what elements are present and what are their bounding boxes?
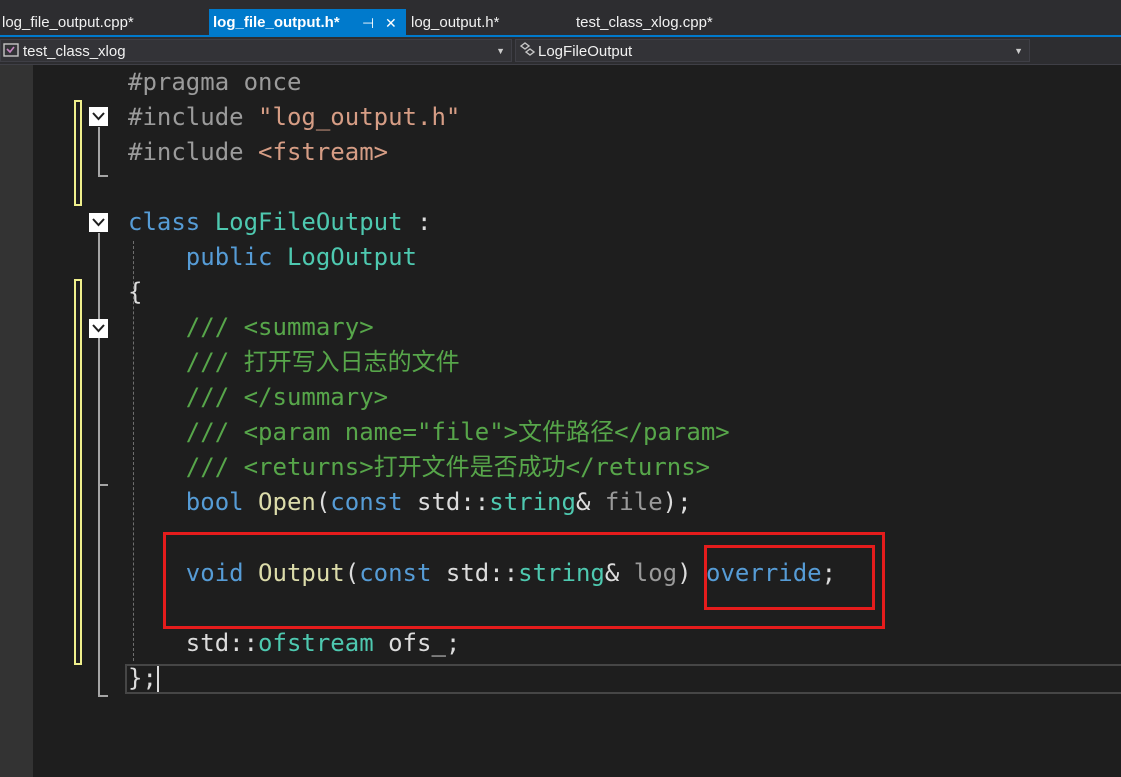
class-dropdown[interactable]: LogFileOutput ▼ [515, 39, 1030, 62]
tab-label: log_output.h* [411, 14, 500, 31]
project-name: test_class_xlog [23, 43, 126, 60]
highlight-box-override [704, 545, 875, 610]
code-line-12: /// <returns>打开文件是否成功</returns> [128, 453, 711, 481]
tab-log-file-output-h[interactable]: log_file_output.h* ⊣ ✕ [209, 9, 406, 37]
collapse-icon[interactable] [89, 319, 108, 338]
code-line-17: std::ofstream ofs_; [128, 629, 461, 657]
code-line-6: public LogOutput [185, 243, 417, 271]
code-line-10: /// </summary> [128, 383, 389, 411]
change-indicator [74, 100, 82, 206]
project-dropdown[interactable]: test_class_xlog ▼ [0, 39, 512, 62]
code-line-18: }; [128, 664, 157, 692]
outline-line-end [98, 695, 108, 697]
tab-log-file-output-cpp[interactable]: log_file_output.cpp* [2, 9, 134, 37]
document-tab-bar: log_file_output.cpp* log_file_output.h* … [0, 0, 1121, 37]
code-line-3: #include <fstream> [128, 138, 389, 166]
collapse-icon[interactable] [89, 213, 108, 232]
tab-test-class-xlog-cpp[interactable]: test_class_xlog.cpp* [576, 9, 713, 37]
navigation-bar: test_class_xlog ▼ LogFileOutput ▼ [0, 37, 1121, 65]
pin-icon[interactable]: ⊣ [362, 9, 374, 37]
code-editor[interactable]: #pragma once #include "log_output.h" #in… [0, 65, 1121, 777]
class-name: LogFileOutput [538, 43, 633, 60]
outline-line-end [98, 175, 108, 177]
tab-log-output-h[interactable]: log_output.h* [411, 9, 499, 37]
code-line-8: /// <summary> [128, 313, 374, 341]
outline-line [98, 127, 100, 177]
code-line-13: bool Open(const std::string& file); [185, 488, 692, 516]
outline-line-end [98, 484, 108, 486]
tab-label: log_file_output.cpp* [2, 14, 134, 31]
chevron-down-icon: ▼ [496, 46, 505, 56]
collapse-icon[interactable] [89, 107, 108, 126]
code-line-11: /// <param name="file">文件路径</param> [128, 418, 730, 446]
class-icon [519, 42, 536, 56]
change-indicator [74, 279, 82, 665]
text-caret [157, 666, 159, 692]
tab-label: log_file_output.h* [213, 14, 340, 31]
close-icon[interactable]: ✕ [385, 9, 397, 37]
code-line-5: class LogFileOutput : [128, 208, 432, 236]
outline-line [98, 233, 100, 697]
code-line-9: /// 打开写入日志的文件 [128, 348, 460, 376]
code-line-2: #include "log_output.h" [128, 103, 461, 131]
editor-margin [0, 65, 33, 777]
project-icon [3, 43, 19, 57]
tab-label: test_class_xlog.cpp* [576, 14, 713, 31]
code-line-7: { [128, 278, 143, 306]
current-line-highlight [125, 664, 1121, 694]
chevron-down-icon: ▼ [1014, 46, 1023, 56]
code-line-1: #pragma once [128, 68, 302, 96]
